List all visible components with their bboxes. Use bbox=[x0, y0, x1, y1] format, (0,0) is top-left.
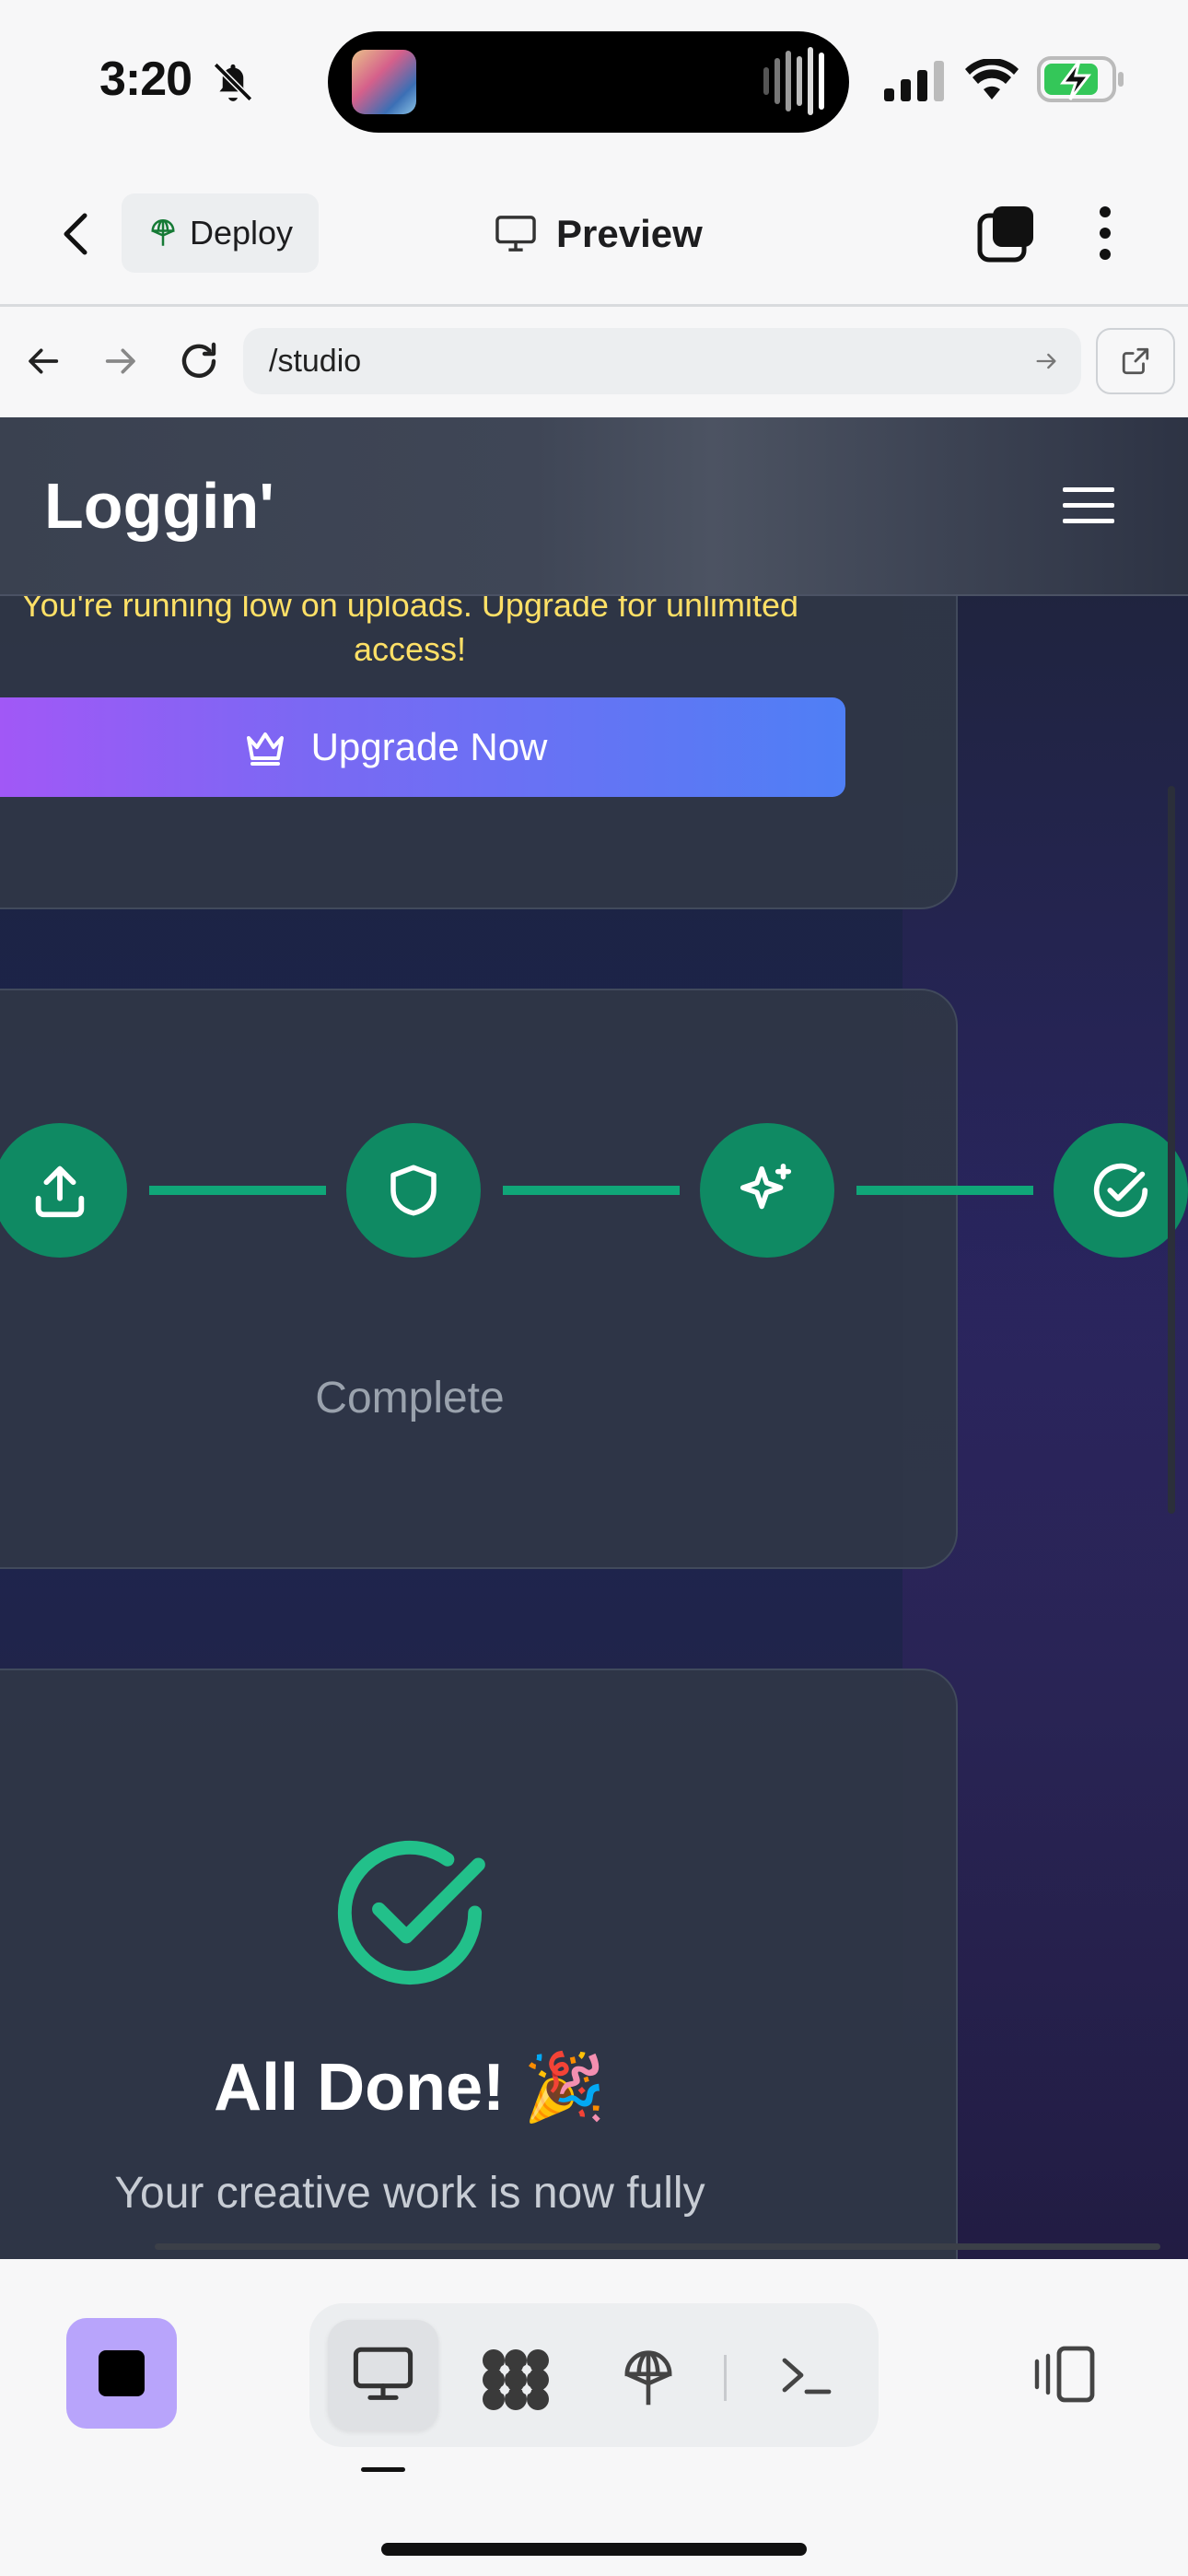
terminal-icon[interactable] bbox=[777, 2349, 836, 2401]
step-shield bbox=[346, 1123, 481, 1258]
check-circle-icon bbox=[1093, 1163, 1148, 1218]
deploy-button[interactable]: Deploy bbox=[122, 193, 319, 273]
all-done-description: Your creative work is now fully bbox=[114, 2169, 705, 2218]
open-external-button[interactable] bbox=[1096, 328, 1175, 394]
low-uploads-warning: You're running low on uploads. Upgrade f… bbox=[20, 586, 799, 668]
battery-charging-icon bbox=[1037, 56, 1124, 102]
upload-icon bbox=[35, 1165, 85, 1218]
external-link-icon bbox=[1122, 347, 1149, 375]
forward-arrow-icon[interactable] bbox=[101, 343, 138, 380]
sparkles-icon bbox=[740, 1163, 792, 1210]
active-tab-indicator bbox=[361, 2467, 405, 2472]
deploy-icon bbox=[151, 218, 175, 246]
all-done-title: All Done! 🎉 bbox=[214, 2051, 606, 2125]
status-time: 3:20 bbox=[99, 53, 192, 106]
progress-connector bbox=[503, 1186, 680, 1195]
deploy-globe-icon[interactable] bbox=[619, 2346, 678, 2412]
toolbar-divider bbox=[724, 2355, 727, 2401]
upgrade-now-button[interactable]: Upgrade Now bbox=[0, 697, 845, 797]
cellular-signal-icon bbox=[884, 61, 944, 101]
hamburger-menu-icon[interactable] bbox=[1063, 486, 1114, 526]
preview-title: Preview bbox=[494, 205, 703, 263]
audio-waveform-icon bbox=[763, 47, 824, 115]
wifi-icon bbox=[965, 59, 1019, 100]
desktop-icon bbox=[353, 2347, 413, 2400]
preview-title-text: Preview bbox=[556, 212, 703, 255]
stop-button[interactable] bbox=[66, 2318, 177, 2429]
crown-icon bbox=[246, 732, 284, 766]
device-frame-icon[interactable] bbox=[1031, 2344, 1098, 2405]
deploy-label: Deploy bbox=[190, 214, 294, 252]
vertical-scrollbar[interactable] bbox=[1168, 786, 1175, 1514]
step-sparkles bbox=[700, 1123, 834, 1258]
progress-connector bbox=[856, 1186, 1033, 1195]
reload-icon[interactable] bbox=[177, 339, 221, 383]
progress-connector bbox=[149, 1186, 326, 1195]
more-options-icon[interactable] bbox=[1096, 205, 1114, 262]
go-arrow-icon[interactable] bbox=[1033, 348, 1059, 374]
url-bar[interactable] bbox=[243, 328, 1081, 394]
back-chevron-icon[interactable] bbox=[57, 210, 98, 258]
progress-card bbox=[0, 989, 958, 1569]
back-arrow-icon[interactable] bbox=[26, 343, 63, 380]
shield-icon bbox=[390, 1165, 437, 1216]
tabs-icon[interactable] bbox=[976, 203, 1037, 263]
home-indicator bbox=[381, 2543, 807, 2556]
step-status-label: Complete bbox=[315, 1374, 505, 1423]
flow-graph-icon[interactable] bbox=[481, 2348, 551, 2412]
url-text[interactable]: /studio bbox=[269, 337, 361, 385]
monitor-icon bbox=[495, 216, 536, 252]
site-logo[interactable]: Loggin' bbox=[44, 469, 274, 543]
horizontal-scrollbar[interactable] bbox=[155, 2243, 1160, 2250]
preview-viewport[interactable]: You're running low on uploads. Upgrade f… bbox=[0, 417, 1188, 2259]
success-check-icon bbox=[337, 1840, 485, 1985]
bell-muted-icon bbox=[213, 62, 253, 102]
upgrade-now-label: Upgrade Now bbox=[310, 725, 548, 768]
now-playing-artwork bbox=[352, 50, 416, 114]
stop-icon bbox=[99, 2350, 145, 2396]
